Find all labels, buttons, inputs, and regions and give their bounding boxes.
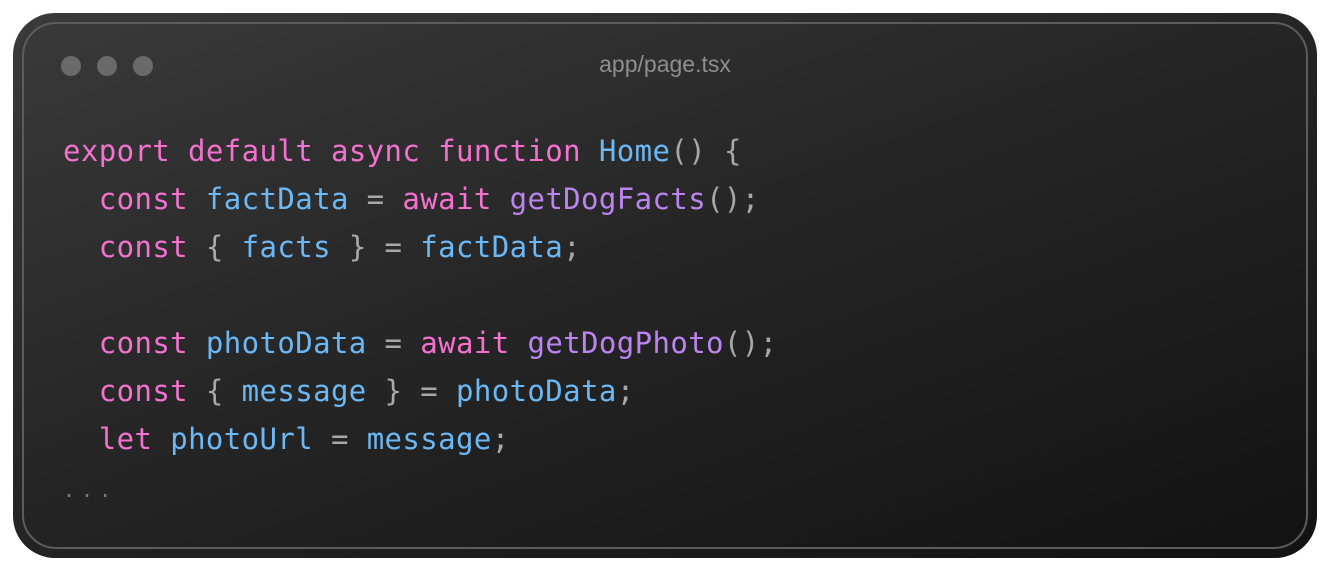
code-token: async — [330, 134, 421, 168]
code-token: ; — [491, 422, 510, 456]
code-token: message — [366, 422, 492, 456]
code-token: const — [98, 326, 189, 360]
code-token: getDogPhoto — [527, 326, 724, 360]
code-token: { — [188, 230, 242, 264]
code-token: ; — [563, 230, 582, 264]
code-token: getDogFacts — [509, 182, 707, 216]
window-title: app/page.tsx — [599, 51, 731, 77]
code-token: } = — [330, 230, 421, 264]
code-token: } = — [366, 374, 456, 408]
code-line: const photoData = await getDogPhoto(); — [63, 319, 778, 367]
code-token: default — [188, 134, 314, 168]
code-token: export — [63, 134, 171, 168]
code-token: facts — [241, 230, 331, 264]
code-token: { — [188, 374, 242, 408]
code-token: factData — [420, 230, 564, 264]
code-token: (); — [706, 182, 760, 216]
code-token: (); — [723, 326, 778, 360]
code-line: ... — [63, 463, 778, 511]
code-token: Home — [598, 134, 671, 168]
code-token: = — [366, 326, 421, 360]
code-token: await — [420, 326, 510, 360]
code-token: const — [98, 182, 189, 216]
code-token: = — [348, 182, 403, 216]
code-token: message — [241, 374, 367, 408]
code-token: const — [98, 230, 189, 264]
code-token: ; — [616, 374, 635, 408]
code-line: export default async function Home() { — [63, 127, 778, 175]
code-token: photoData — [205, 326, 367, 360]
code-block: export default async function Home() { c… — [63, 127, 778, 511]
code-line: let photoUrl = message; — [63, 415, 778, 463]
code-line: const { message } = photoData; — [63, 367, 778, 415]
code-token: = — [313, 422, 367, 456]
code-token: () { — [670, 134, 742, 168]
code-token: await — [402, 182, 492, 216]
code-token: factData — [205, 182, 349, 216]
code-token: let — [98, 422, 153, 456]
code-token: function — [438, 134, 582, 168]
code-line: const factData = await getDogFacts(); — [63, 175, 778, 223]
code-token: const — [98, 374, 189, 408]
code-line: const { facts } = factData; — [63, 223, 778, 271]
code-window: app/page.tsx export default async functi… — [13, 13, 1317, 558]
ellipsis: ... — [63, 478, 118, 502]
code-token: photoUrl — [170, 422, 314, 456]
code-token: photoData — [455, 374, 617, 408]
